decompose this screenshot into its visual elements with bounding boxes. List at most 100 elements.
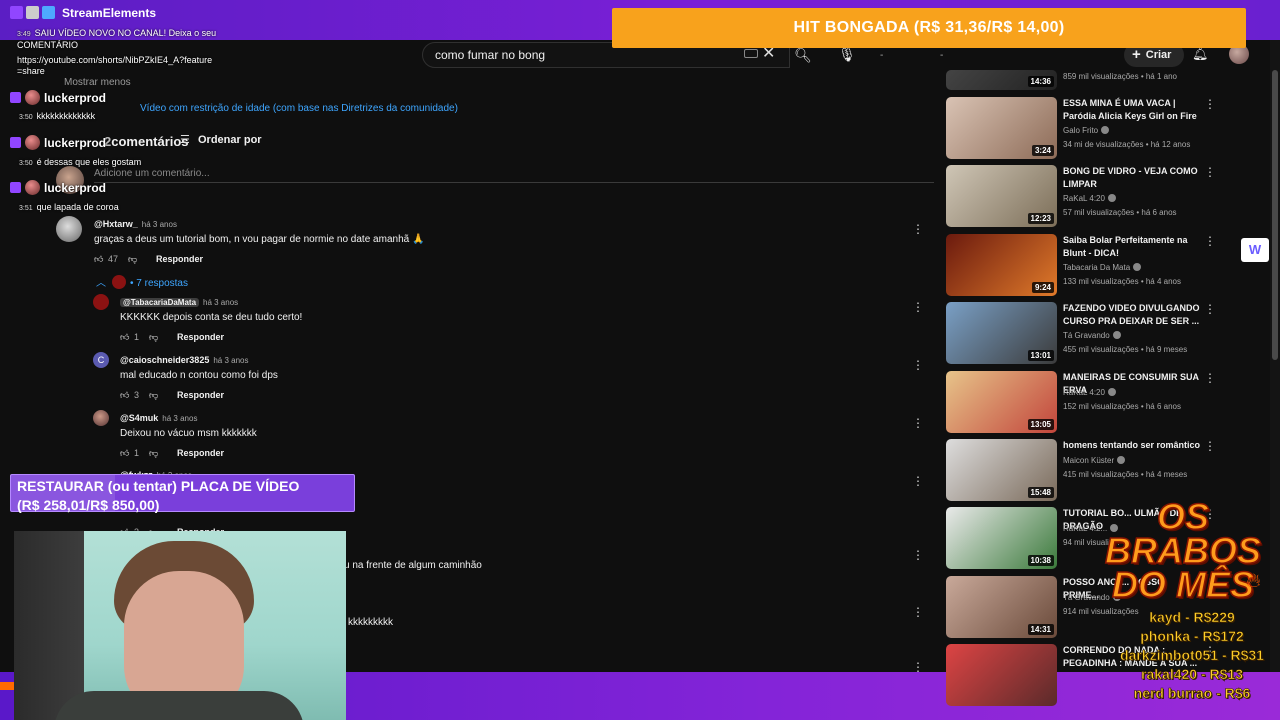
video-menu-icon[interactable]: ⋮ <box>1204 439 1216 453</box>
dislike-icon[interactable]: 👎︎ <box>149 448 161 459</box>
hit-goal-banner: HIT BONGADA (R$ 31,36/R$ 14,00) <box>612 8 1246 48</box>
video-thumbnail[interactable]: 14:31 <box>946 576 1057 638</box>
reply-menu-icon[interactable]: ⋮ <box>912 358 924 372</box>
video-channel[interactable]: RaKaL 4:20 <box>1063 388 1116 397</box>
video-channel[interactable]: Galo Frito <box>1063 126 1110 135</box>
video-channel[interactable]: Tabacaria Da Mata <box>1063 263 1142 272</box>
show-less-link[interactable]: Mostrar menos <box>64 77 131 88</box>
reply-button[interactable]: Responder <box>156 254 203 264</box>
video-menu-icon[interactable]: ⋮ <box>1204 234 1216 248</box>
video-thumbnail[interactable]: 9:24 <box>946 234 1057 296</box>
video-duration: 13:01 <box>1027 350 1054 361</box>
video-channel[interactable]: Maicon Küster <box>1063 456 1126 465</box>
like-icon[interactable]: 👍︎ <box>120 390 132 401</box>
comment-avatar[interactable] <box>56 216 82 242</box>
reply-actions: 👍︎ 1 👎︎ Responder <box>120 332 302 343</box>
replies-toggle[interactable]: ︿ • 7 respostas <box>96 274 188 289</box>
video-thumbnail[interactable]: 3:24 <box>946 97 1057 159</box>
video-thumbnail[interactable]: 15:48 <box>946 439 1057 501</box>
video-thumbnail[interactable]: 12:23 <box>946 165 1057 227</box>
video-title[interactable]: BONG DE VIDRO - VEJA COMO LIMPAR <box>1063 165 1201 191</box>
video-meta: 133 mil visualizações • há 4 anos <box>1063 277 1181 286</box>
like-icon[interactable]: 👍︎ <box>120 448 132 459</box>
chat-time: 3:49 <box>17 31 31 38</box>
comment-time[interactable]: há 3 anos <box>142 220 177 229</box>
video-title[interactable]: FAZENDO VIDEO DIVULGANDO CURSO PRA DEIXA… <box>1063 302 1201 328</box>
suggested-video[interactable]: 13:01 FAZENDO VIDEO DIVULGANDO CURSO PRA … <box>946 302 1266 364</box>
reply-menu-icon[interactable]: ⋮ <box>912 548 924 562</box>
suggested-video[interactable]: 15:48 homens tentando ser romântico Maicon… <box>946 439 1266 501</box>
reply-avatar[interactable] <box>93 410 109 426</box>
reply-author[interactable]: @S4muk <box>120 413 158 423</box>
reply-time[interactable]: há 3 anos <box>213 356 248 365</box>
scrollbar-thumb[interactable] <box>1272 70 1278 360</box>
video-thumbnail[interactable]: 13:01 <box>946 302 1057 364</box>
reply-avatar[interactable]: C <box>93 352 109 368</box>
reply-button[interactable]: Responder <box>177 332 224 342</box>
reply-actions: 👍︎3 👎︎ Responder <box>120 390 278 401</box>
se-header: StreamElements <box>10 6 156 24</box>
chevron-up-icon: ︿ <box>96 278 106 289</box>
video-channel[interactable]: Tá Gravando <box>1063 331 1121 340</box>
extension-icon[interactable]: W <box>1241 238 1269 262</box>
reply-menu-icon[interactable]: ⋮ <box>912 474 924 488</box>
reply-menu-icon[interactable]: ⋮ <box>912 416 924 430</box>
reply-menu-icon[interactable]: ⋮ <box>912 605 924 619</box>
suggested-video[interactable]: 12:23 BONG DE VIDRO - VEJA COMO LIMPAR RaK… <box>946 165 1266 227</box>
twitch-icon <box>10 137 21 148</box>
se-title: StreamElements <box>62 6 157 20</box>
chat-username: luckerprod <box>44 181 107 195</box>
reply-time[interactable]: há 3 anos <box>162 414 197 423</box>
add-comment-underline <box>94 182 934 183</box>
separator-dot: - <box>880 50 884 61</box>
dislike-icon[interactable]: 👎︎ <box>149 390 161 401</box>
reply-avatar[interactable] <box>93 294 109 310</box>
dislike-icon[interactable]: 👎︎ <box>149 332 161 343</box>
reply-menu-icon[interactable]: ⋮ <box>912 300 924 314</box>
video-thumbnail[interactable]: 13:05 <box>946 371 1057 433</box>
video-channel[interactable]: RaKaL 4:20 <box>1063 194 1116 203</box>
comment-menu-icon[interactable]: ⋮ <box>912 222 924 236</box>
like-icon[interactable]: 👍︎ <box>94 254 106 265</box>
verified-icon <box>1112 331 1121 339</box>
video-title[interactable]: Saiba Bolar Perfeitamente na Blunt - DIC… <box>1063 234 1201 260</box>
suggested-video[interactable]: 14:36 859 mil visualizações • há 1 ano <box>946 70 1266 92</box>
chat-pinned-message: 3:49 SAIU VÍDEO NOVO NO CANAL! Deixa o se… <box>17 28 217 51</box>
reply: @TabacariaDaMata há 3 anos KKKKKK depois … <box>120 294 302 343</box>
donor-entry: kayd - R$229 <box>1149 609 1235 626</box>
age-restriction-link[interactable]: Vídeo com restrição de idade (com base n… <box>140 103 458 114</box>
sort-button[interactable]: ☰ Ordenar por <box>180 133 262 146</box>
sort-label: Ordenar por <box>198 134 262 146</box>
add-comment-input[interactable]: Adicione um comentário... <box>94 168 210 179</box>
suggested-video[interactable]: 3:24 ESSA MINA É UMA VACA | Paródia Alici… <box>946 97 1266 159</box>
notifications-bell-icon[interactable]: 🔔︎ <box>1192 46 1209 64</box>
like-count: 3 <box>134 390 140 400</box>
suggested-video[interactable]: 13:05 MANEIRAS DE CONSUMIR SUA ERVA RaKaL … <box>946 371 1266 433</box>
like-icon[interactable]: 👍︎ <box>120 332 132 343</box>
reply-author[interactable]: @TabacariaDaMata <box>120 298 200 307</box>
reply-button[interactable]: Responder <box>177 448 224 458</box>
verified-icon <box>1107 388 1116 396</box>
video-menu-icon[interactable]: ⋮ <box>1204 371 1216 385</box>
video-thumbnail[interactable] <box>946 644 1057 706</box>
video-thumbnail[interactable]: 10:38 <box>946 507 1057 569</box>
like-count: 1 <box>134 448 140 458</box>
reply-button[interactable]: Responder <box>177 390 224 400</box>
video-duration: 10:38 <box>1027 555 1054 566</box>
reply-menu-icon[interactable]: ⋮ <box>912 660 924 674</box>
video-menu-icon[interactable]: ⋮ <box>1204 165 1216 179</box>
comment-author[interactable]: @Hxtarw_ <box>94 219 138 229</box>
keyboard-icon[interactable] <box>744 49 758 58</box>
video-menu-icon[interactable]: ⋮ <box>1204 97 1216 111</box>
suggested-video[interactable]: 9:24 Saiba Bolar Perfeitamente na Blunt -… <box>946 234 1266 296</box>
video-title[interactable]: homens tentando ser romântico <box>1063 439 1201 452</box>
video-title[interactable]: ESSA MINA É UMA VACA | Paródia Alicia Ke… <box>1063 97 1201 123</box>
goal-title: RESTAURAR (ou tentar) PLACA DE VÍDEO <box>17 478 300 494</box>
reply: @caioschneider3825 há 3 anos mal educado … <box>120 352 278 401</box>
reply-time[interactable]: há 3 anos <box>203 298 238 307</box>
video-menu-icon[interactable]: ⋮ <box>1204 302 1216 316</box>
dislike-icon[interactable]: 👎︎ <box>128 254 140 265</box>
video-thumbnail[interactable]: 14:36 <box>946 70 1057 90</box>
chat-link[interactable]: https://youtube.com/shorts/NibPZkIE4_A?f… <box>17 55 217 77</box>
reply-author[interactable]: @caioschneider3825 <box>120 355 209 365</box>
